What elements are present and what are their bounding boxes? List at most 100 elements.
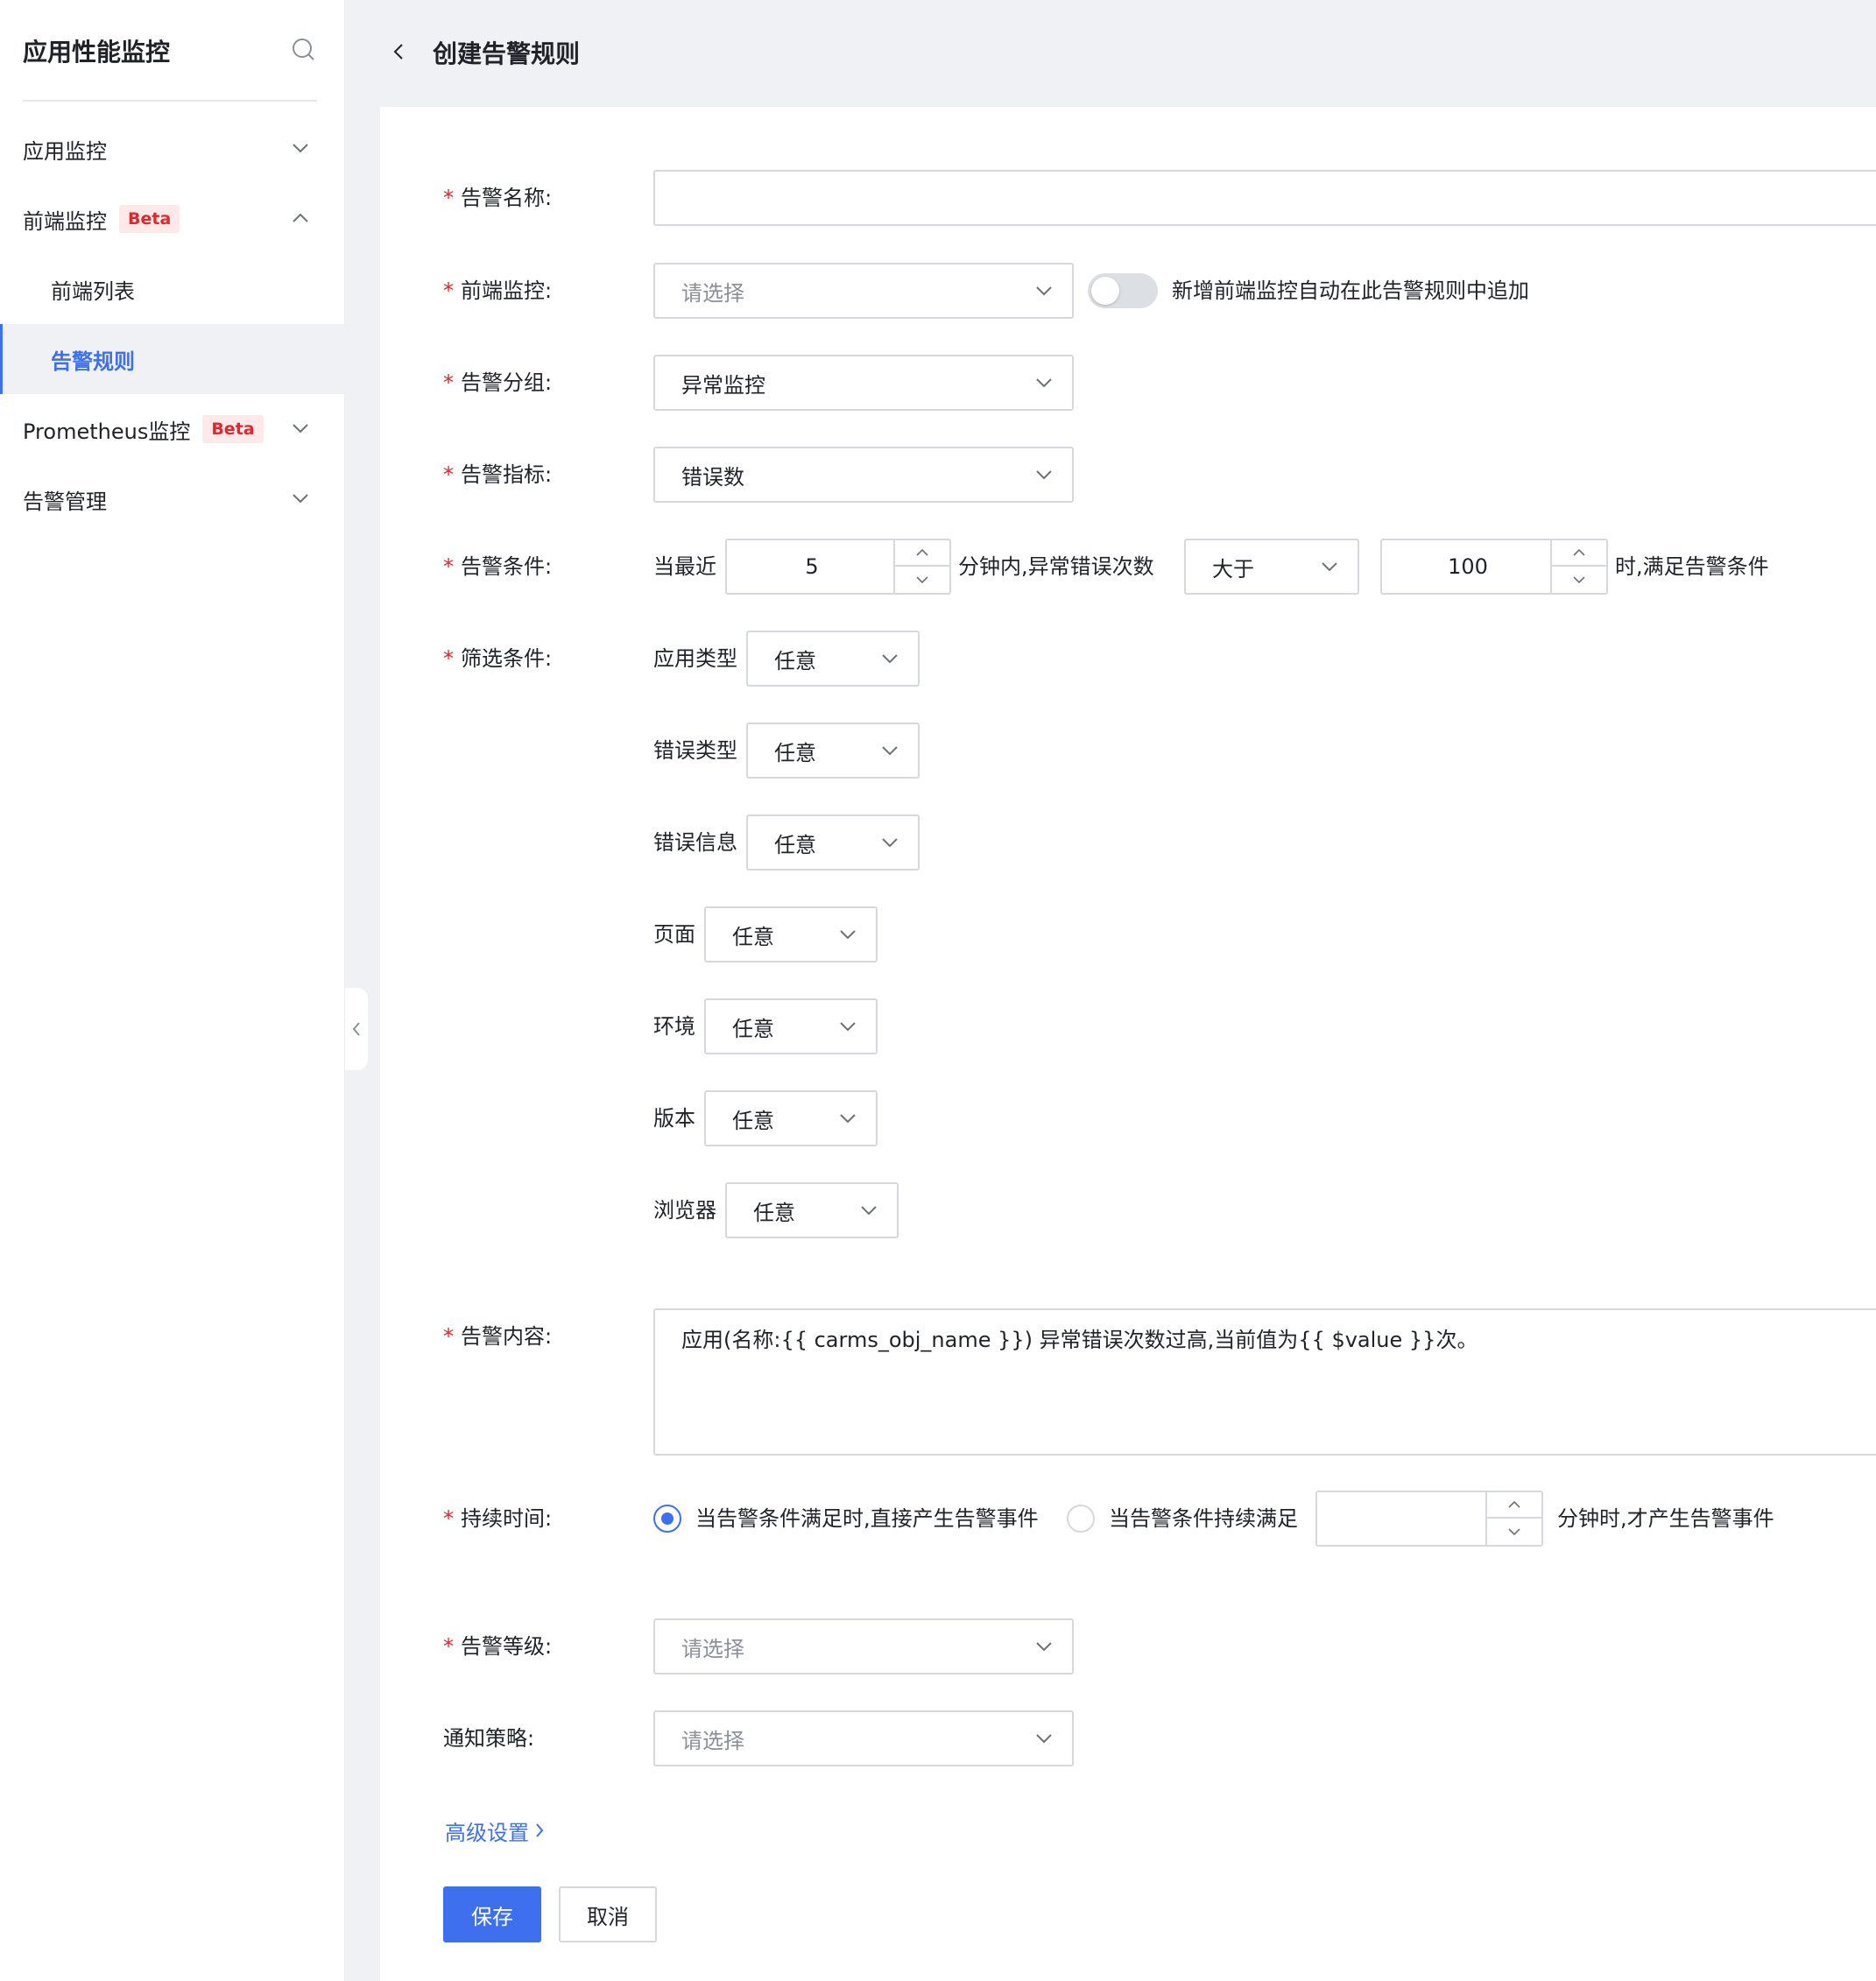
back-arrow-icon[interactable] <box>389 40 408 63</box>
chevron-down-icon <box>839 1019 857 1034</box>
filter-app-type-select[interactable]: 任意 <box>746 631 920 687</box>
chevron-down-icon <box>839 927 857 942</box>
condition-operator-select[interactable]: 大于 <box>1184 539 1359 595</box>
alert-content-label: * 告警内容: <box>443 1324 553 1349</box>
chevron-down-icon <box>291 419 310 438</box>
toggle-knob <box>1091 277 1119 305</box>
filter-app-type-label: 应用类型 <box>653 646 737 671</box>
alert-metric-label: * 告警指标: <box>443 462 553 487</box>
beta-badge: Beta <box>202 415 264 443</box>
duration-sustained-radio[interactable] <box>1067 1505 1095 1533</box>
alert-group-value: 异常监控 <box>681 372 765 398</box>
chevron-down-icon <box>860 1202 878 1218</box>
page-title: 创建告警规则 <box>433 39 581 68</box>
cancel-button[interactable]: 取消 <box>559 1886 657 1942</box>
filter-page-select[interactable]: 任意 <box>704 906 878 962</box>
stepper-buttons <box>1550 540 1606 593</box>
condition-threshold-stepper[interactable]: 100 <box>1380 539 1608 595</box>
chevron-down-icon <box>1321 559 1338 575</box>
duration-minutes-value <box>1317 1492 1489 1545</box>
duration-minutes-stepper[interactable] <box>1315 1491 1543 1547</box>
sidebar-item-label: 告警管理 <box>23 489 107 514</box>
filter-error-message-select[interactable]: 任意 <box>746 814 920 871</box>
condition-operator-value: 大于 <box>1212 556 1254 582</box>
sidebar-item-label: 应用监控 <box>23 138 107 164</box>
chevron-down-icon <box>1035 283 1053 299</box>
alert-content-textarea[interactable]: 应用(名称:{{ carms_obj_name }}) 异常错误次数过高,当前值… <box>653 1308 1876 1456</box>
duration-label: * 持续时间: <box>443 1506 553 1531</box>
filter-browser-label: 浏览器 <box>653 1198 716 1223</box>
filter-label: * 筛选条件: <box>443 646 553 671</box>
filter-error-type-label: 错误类型 <box>653 738 737 763</box>
alert-group-select[interactable]: 异常监控 <box>653 355 1074 411</box>
filter-value: 任意 <box>732 924 774 949</box>
sidebar-header: 应用性能监控 <box>23 26 317 74</box>
chevron-down-icon <box>839 1110 857 1126</box>
frontend-monitor-select[interactable]: 请选择 <box>653 263 1074 319</box>
condition-threshold-value: 100 <box>1448 554 1488 579</box>
filter-error-message-label: 错误信息 <box>653 830 737 855</box>
filter-browser-select[interactable]: 任意 <box>725 1182 899 1238</box>
sidebar-item-prometheus-monitor[interactable]: Prometheus监控 Beta <box>0 394 345 464</box>
stepper-down-icon[interactable] <box>1487 1519 1541 1545</box>
condition-middle-text: 分钟内,异常错误次数 <box>958 554 1154 579</box>
stepper-up-icon[interactable] <box>1487 1492 1541 1519</box>
filter-value: 任意 <box>774 832 816 857</box>
filter-value: 任意 <box>732 1108 774 1133</box>
beta-badge: Beta <box>119 205 180 233</box>
filter-version-label: 版本 <box>653 1106 695 1131</box>
search-icon[interactable] <box>291 37 317 63</box>
alert-level-placeholder: 请选择 <box>681 1636 744 1661</box>
notify-policy-select[interactable]: 请选择 <box>653 1710 1074 1766</box>
alert-name-label: * 告警名称: <box>443 186 553 210</box>
chevron-right-icon <box>534 1822 545 1839</box>
sidebar-item-frontend-monitor[interactable]: 前端监控 Beta <box>0 184 345 254</box>
sidebar-item-label: 告警规则 <box>51 349 135 374</box>
page-header: 创建告警规则 <box>345 0 1876 107</box>
sidebar: 应用性能监控 应用监控 前端监控 Beta 前端列表 告警规则 Promethe… <box>0 0 345 1981</box>
stepper-up-icon[interactable] <box>1552 540 1606 567</box>
frontend-monitor-label: * 前端监控: <box>443 278 553 303</box>
sidebar-item-app-monitor[interactable]: 应用监控 <box>0 114 345 184</box>
chevron-up-icon <box>291 208 310 228</box>
sidebar-item-alert-management[interactable]: 告警管理 <box>0 464 345 534</box>
stepper-down-icon[interactable] <box>895 567 949 593</box>
save-button[interactable]: 保存 <box>443 1886 541 1942</box>
condition-prefix: 当最近 <box>653 554 716 579</box>
chevron-down-icon <box>1035 1731 1053 1746</box>
filter-value: 任意 <box>774 648 816 673</box>
alert-metric-select[interactable]: 错误数 <box>653 447 1074 503</box>
chevron-down-icon <box>1035 467 1053 483</box>
filter-version-select[interactable]: 任意 <box>704 1090 878 1146</box>
frontend-monitor-placeholder: 请选择 <box>681 280 744 306</box>
duration-suffix-text: 分钟时,才产生告警事件 <box>1557 1506 1774 1531</box>
sidebar-item-frontend-list[interactable]: 前端列表 <box>0 254 345 324</box>
sidebar-collapse-handle[interactable] <box>345 988 368 1070</box>
sidebar-divider <box>23 100 317 102</box>
condition-minutes-stepper[interactable]: 5 <box>725 539 951 595</box>
sidebar-item-label: 前端监控 <box>23 208 107 234</box>
sidebar-item-label: Prometheus监控 <box>23 419 191 444</box>
alert-name-input[interactable] <box>653 170 1876 226</box>
chevron-left-icon <box>352 1022 360 1036</box>
stepper-up-icon[interactable] <box>895 540 949 567</box>
duration-direct-radio[interactable] <box>653 1505 681 1533</box>
notify-policy-label: 通知策略: <box>443 1726 535 1751</box>
alert-level-label: * 告警等级: <box>443 1634 553 1659</box>
filter-environment-select[interactable]: 任意 <box>704 998 878 1054</box>
chevron-down-icon <box>881 651 899 666</box>
filter-value: 任意 <box>732 1016 774 1041</box>
alert-condition-label: * 告警条件: <box>443 554 553 579</box>
form-card <box>380 107 1876 1981</box>
alert-level-select[interactable]: 请选择 <box>653 1618 1074 1674</box>
chevron-down-icon <box>881 835 899 850</box>
advanced-settings-label: 高级设置 <box>445 1820 529 1845</box>
condition-suffix-text: 时,满足告警条件 <box>1615 554 1769 579</box>
filter-error-type-select[interactable]: 任意 <box>746 723 920 779</box>
sidebar-item-alert-rules[interactable]: 告警规则 <box>0 324 345 394</box>
alert-group-label: * 告警分组: <box>443 370 553 395</box>
condition-minutes-value: 5 <box>805 554 819 579</box>
auto-append-toggle[interactable] <box>1088 273 1158 308</box>
stepper-down-icon[interactable] <box>1552 567 1606 593</box>
advanced-settings-link[interactable]: 高级设置 <box>445 1813 545 1848</box>
